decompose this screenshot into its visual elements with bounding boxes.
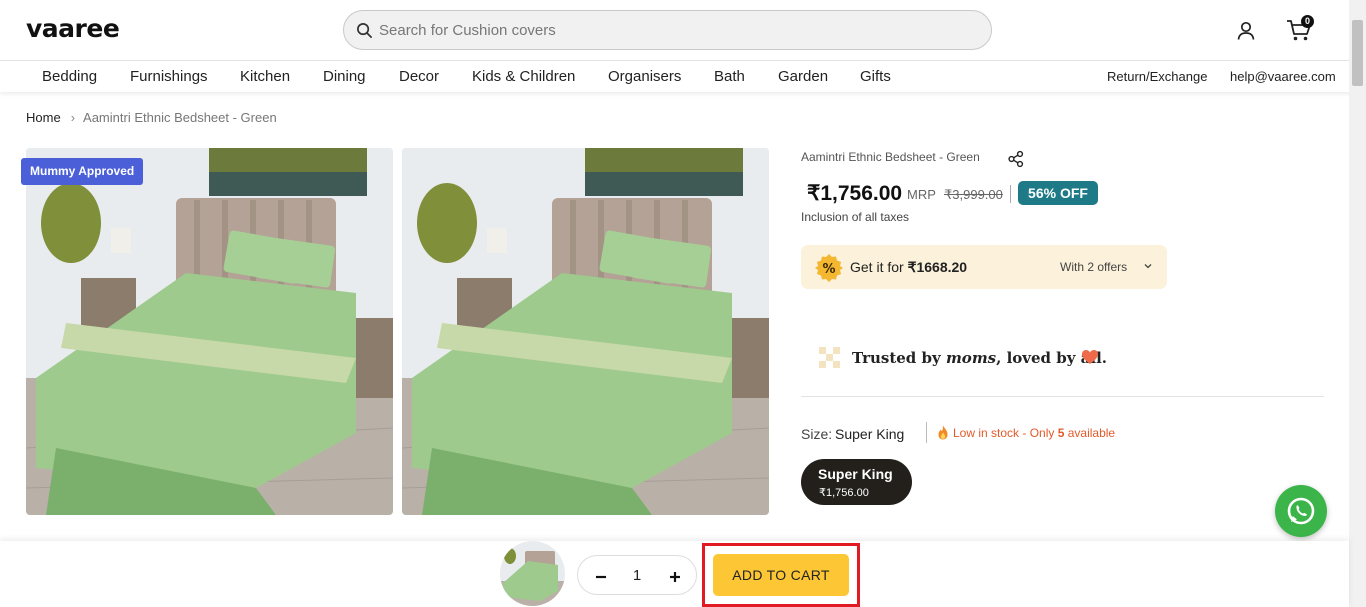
nav-item-bath[interactable]: Bath [714,68,745,85]
main-nav: Bedding Furnishings Kitchen Dining Decor… [0,61,1366,92]
nav-item-organisers[interactable]: Organisers [608,68,681,85]
size-option-super-king[interactable]: Super King ₹1,756.00 [801,459,912,505]
search-input[interactable] [379,11,959,49]
size-label: Size: [801,426,833,442]
tax-note: Inclusion of all taxes [801,210,910,224]
mrp-label: MRP [907,187,936,202]
offers-dropdown[interactable]: % Get it for ₹1668.20 With 2 offers [801,245,1167,289]
nav-item-garden[interactable]: Garden [778,68,828,85]
plus-icon[interactable] [662,563,688,589]
minus-icon[interactable] [588,563,614,589]
bedroom-photo-illustration [26,148,393,515]
nav-item-furnishings[interactable]: Furnishings [130,68,208,85]
breadcrumb: Home › Aamintri Ethnic Bedsheet - Green [26,110,277,125]
nav-item-kids-children[interactable]: Kids & Children [472,68,575,85]
mummy-approved-badge: Mummy Approved [21,158,144,185]
svg-text:%: % [822,262,835,277]
quantity-stepper: 1 [577,555,697,595]
sticky-add-to-cart-bar: 1 ADD TO CART [0,541,1349,607]
product-image-2[interactable] [402,148,769,515]
vaaree-logo[interactable]: vaaree [26,14,120,43]
chevron-down-icon [1144,264,1152,269]
add-to-cart-button[interactable]: ADD TO CART [713,554,849,596]
return-exchange-link[interactable]: Return/Exchange [1107,69,1207,84]
breadcrumb-separator: › [70,110,76,125]
nav-item-kitchen[interactable]: Kitchen [240,68,290,85]
share-icon[interactable] [1007,150,1025,168]
nav-item-gifts[interactable]: Gifts [860,68,891,85]
quantity-value[interactable]: 1 [626,567,648,584]
user-icon[interactable] [1234,19,1258,43]
bedroom-photo-illustration [402,148,769,515]
nav-item-dining[interactable]: Dining [323,68,366,85]
heart-icon [1082,350,1098,364]
page-scrollbar[interactable] [1349,0,1366,607]
product-thumbnail [500,541,565,606]
breadcrumb-home[interactable]: Home [26,110,61,125]
section-divider [801,396,1324,397]
selected-size: Super King [835,426,905,442]
size-option-price: ₹1,756.00 [819,487,869,499]
product-title: Aamintri Ethnic Bedsheet - Green [801,150,980,164]
offer-price-text: Get it for ₹1668.20 [850,259,968,275]
sale-price: ₹1,756.00 [807,182,903,205]
trust-tagline: Trusted by moms, loved by all. [852,349,1108,367]
low-stock-warning: Low in stock - Only 5 available [953,426,1116,440]
nav-item-decor[interactable]: Decor [399,68,439,85]
discount-badge: 56% OFF [1018,181,1098,205]
scrollbar-thumb[interactable] [1352,20,1363,86]
product-image-1[interactable] [26,148,393,515]
price-divider [1010,185,1011,203]
whatsapp-chat-button[interactable] [1275,485,1327,537]
whatsapp-icon [1287,497,1315,525]
size-option-name: Super King [818,466,893,482]
cart-count-badge: 0 [1301,15,1314,28]
size-divider [926,422,927,443]
breadcrumb-current: Aamintri Ethnic Bedsheet - Green [83,110,277,125]
nav-item-bedding[interactable]: Bedding [42,68,97,85]
search-bar[interactable] [343,10,992,50]
support-email-link[interactable]: help@vaaree.com [1230,69,1336,84]
site-header: vaaree 0 [0,0,1366,61]
offer-count: With 2 offers [1060,260,1128,274]
fire-icon [938,425,948,440]
trust-logo-icon [819,347,840,368]
mrp-price: ₹3,999.00 [944,187,1003,202]
search-icon [357,23,372,38]
percent-offer-icon: % [815,254,843,282]
